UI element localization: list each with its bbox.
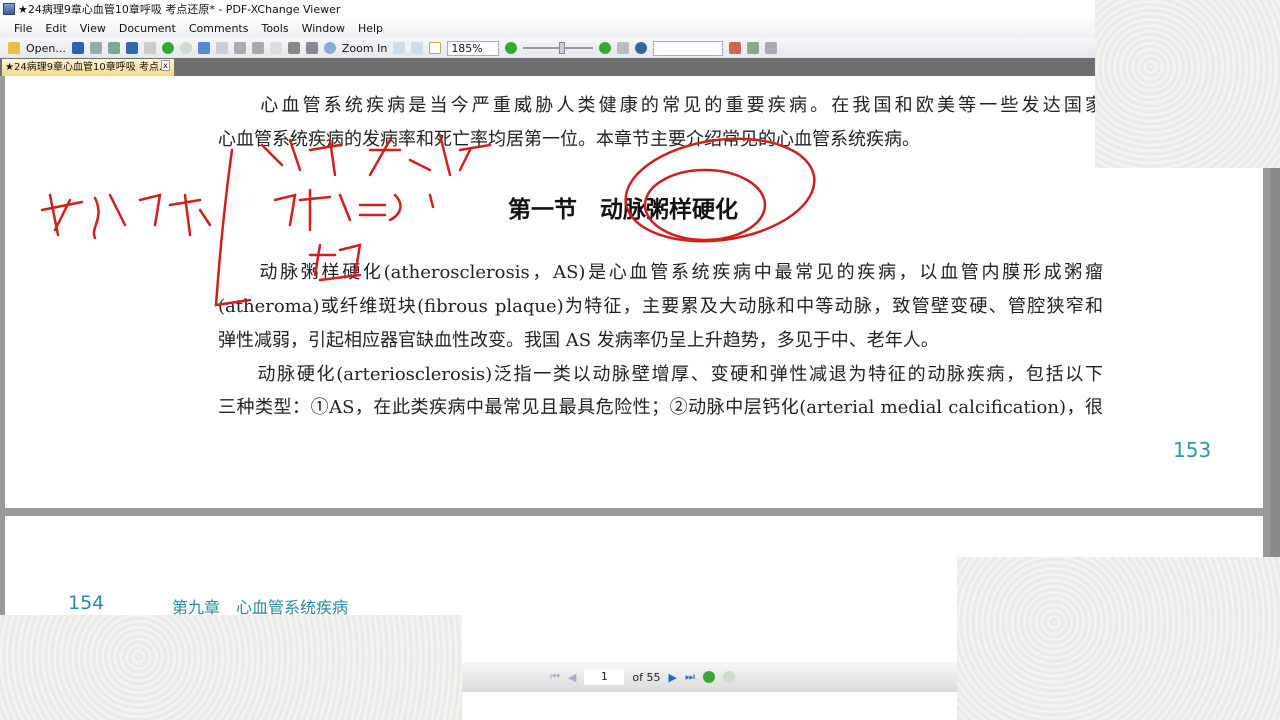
forward-view-icon[interactable] [722, 671, 735, 683]
ink-stroke [273, 188, 435, 232]
first-page-icon[interactable]: ⏮ [550, 670, 560, 684]
prev-page-icon[interactable]: ◀ [568, 671, 576, 684]
status-area [462, 692, 957, 720]
ink-stroke [40, 193, 212, 240]
next-page-icon[interactable]: ▶ [668, 671, 676, 684]
bracket-stroke [214, 148, 252, 307]
circle-mark [643, 168, 767, 242]
paper-overlay [0, 615, 462, 720]
ink-stroke [308, 243, 362, 282]
page-number-input[interactable]: 1 [584, 669, 625, 685]
paper-overlay [957, 557, 1280, 720]
page-navigation-bar: ⏮ ◀ 1 of 55 ▶ ⏭ [462, 662, 957, 692]
page-count: of 55 [632, 670, 661, 684]
back-view-icon[interactable] [702, 671, 715, 683]
ink-stroke [260, 133, 492, 177]
last-page-icon[interactable]: ⏭ [685, 670, 695, 684]
paper-overlay [1095, 0, 1280, 168]
